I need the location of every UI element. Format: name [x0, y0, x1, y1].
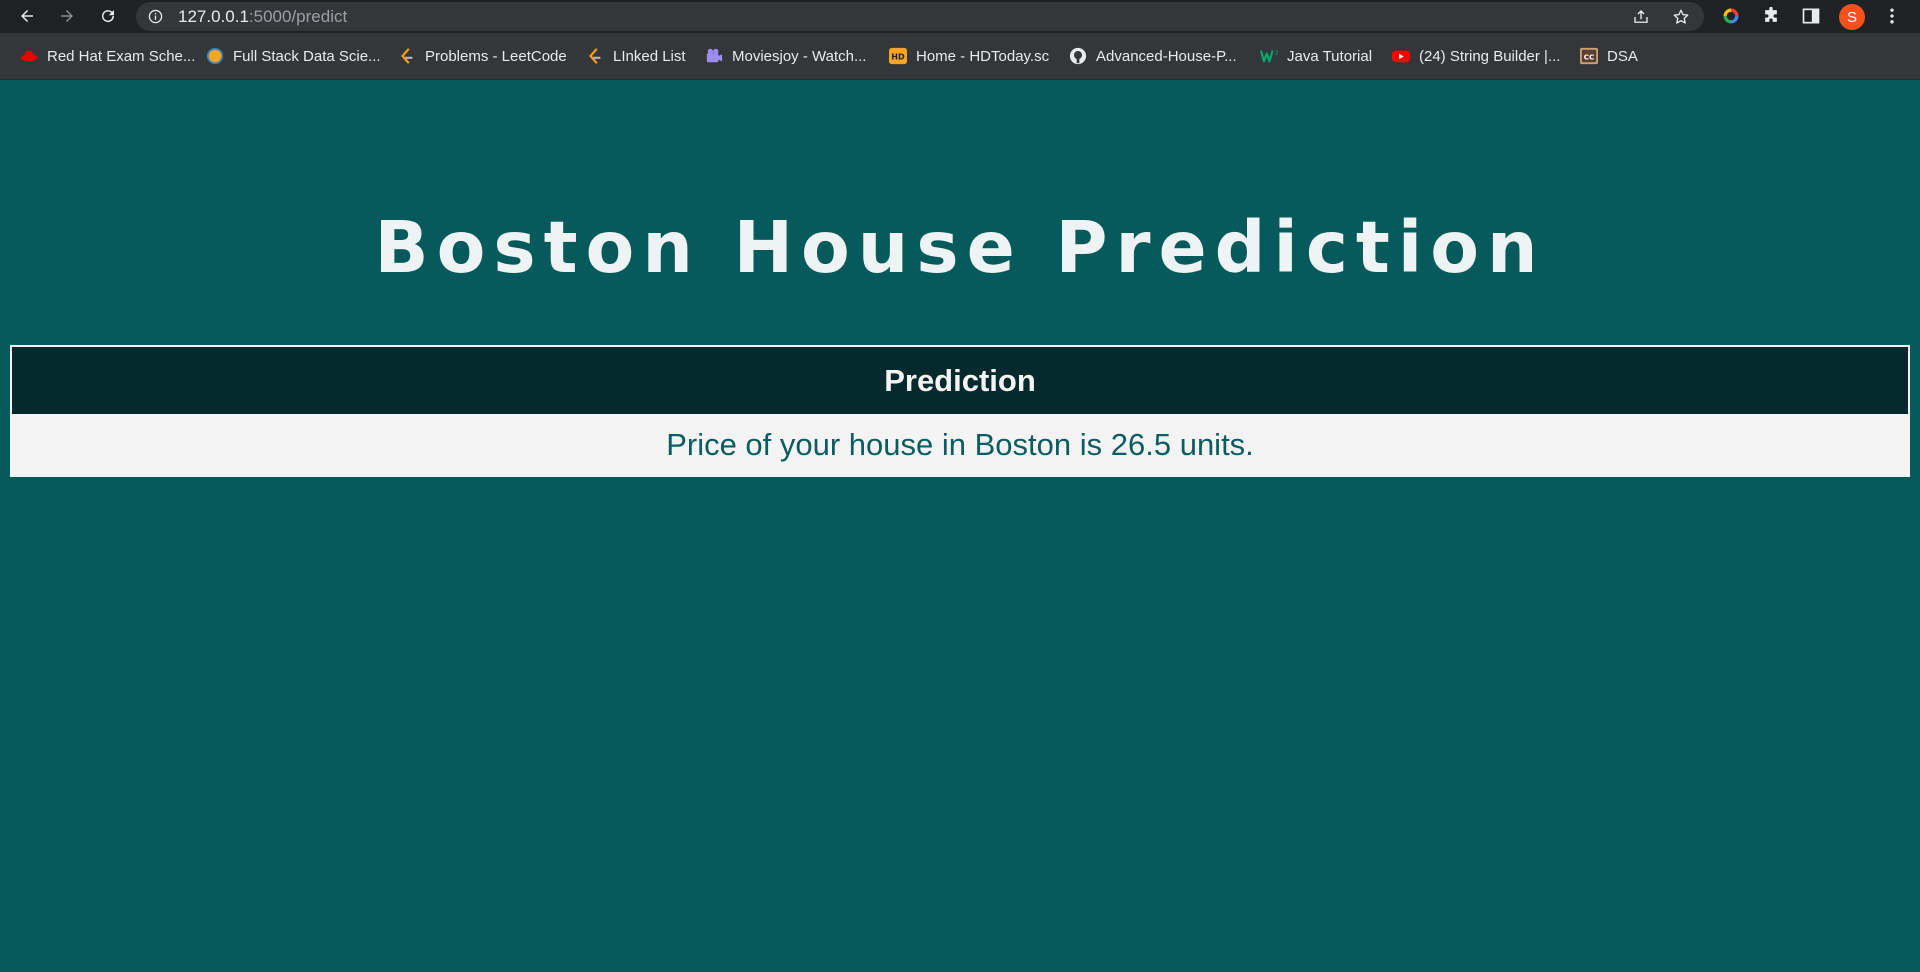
url-text: 127.0.0.1:5000/predict — [178, 2, 347, 31]
url-path: :5000/predict — [248, 7, 348, 26]
bookmark-label: Red Hat Exam Sche... — [47, 47, 196, 65]
side-panel-icon[interactable] — [1801, 6, 1821, 26]
bookmark-item[interactable]: LInked List — [586, 45, 686, 67]
url-host: 127.0.0.1 — [178, 7, 249, 26]
colorful-extension-icon[interactable] — [1721, 6, 1741, 26]
film-icon — [705, 47, 723, 65]
redhat-icon — [20, 47, 38, 65]
svg-text:3: 3 — [1274, 50, 1278, 57]
reload-icon — [102, 10, 115, 23]
reload-button[interactable] — [97, 5, 119, 27]
star-icon[interactable] — [1672, 8, 1690, 26]
profile-avatar[interactable]: S — [1839, 4, 1865, 30]
globe-icon — [206, 47, 224, 65]
leetcode-icon — [398, 47, 416, 65]
bookmark-label: Moviesjoy - Watch... — [732, 47, 867, 65]
back-button[interactable] — [16, 5, 38, 27]
info-icon — [148, 9, 163, 24]
address-bar[interactable]: 127.0.0.1:5000/predict — [136, 2, 1704, 31]
prediction-result-text: Price of your house in Boston is 26.5 un… — [666, 426, 1254, 462]
bookmark-item[interactable]: Problems - LeetCode — [398, 45, 567, 67]
extensions-puzzle-icon[interactable] — [1761, 6, 1781, 26]
bookmark-label: Java Tutorial — [1287, 47, 1373, 65]
bookmark-item[interactable]: 3 Java Tutorial — [1260, 45, 1372, 67]
cc-icon: CC — [1580, 47, 1598, 65]
profile-initial: S — [1846, 8, 1857, 26]
bookmark-label: Advanced-House-P... — [1096, 47, 1237, 65]
prediction-table-header: Prediction — [12, 347, 1908, 414]
svg-text:HD: HD — [891, 52, 905, 62]
bookmark-item[interactable]: HD Home - HDToday.sc — [889, 45, 1049, 67]
bookmark-label: LInked List — [613, 47, 686, 65]
hd-icon: HD — [889, 47, 907, 65]
menu-kebab-icon[interactable] — [1882, 6, 1902, 26]
page-title: Boston House Prediction — [374, 206, 1546, 289]
bookmark-item[interactable]: Full Stack Data Scie... — [206, 45, 381, 67]
leetcode-icon — [586, 47, 604, 65]
bookmarks-bar: Red Hat Exam Sche... Full Stack Data Sci… — [0, 33, 1920, 80]
bookmark-label: Full Stack Data Scie... — [233, 47, 381, 65]
bookmark-label: DSA — [1607, 47, 1638, 65]
arrow-right-icon — [61, 10, 73, 22]
w3schools-icon: 3 — [1260, 47, 1278, 65]
bookmark-item[interactable]: (24) String Builder |... — [1392, 45, 1560, 67]
bookmark-label: Problems - LeetCode — [425, 47, 567, 65]
bookmark-label: (24) String Builder |... — [1419, 47, 1561, 65]
arrow-left-icon — [21, 10, 33, 22]
browser-toolbar: 127.0.0.1:5000/predict S — [0, 0, 1920, 33]
share-icon[interactable] — [1632, 8, 1650, 26]
bookmark-item[interactable]: CC DSA — [1580, 45, 1638, 67]
bookmark-label: Home - HDToday.sc — [916, 47, 1050, 65]
forward-button[interactable] — [56, 5, 78, 27]
bookmark-item[interactable]: Advanced-House-P... — [1069, 45, 1237, 67]
youtube-icon — [1392, 47, 1410, 65]
github-icon — [1069, 47, 1087, 65]
bookmark-item[interactable]: Red Hat Exam Sche... — [20, 45, 195, 67]
prediction-table: Prediction Price of your house in Boston… — [10, 345, 1910, 477]
bookmark-item[interactable]: Moviesjoy - Watch... — [705, 45, 866, 67]
svg-text:CC: CC — [1584, 53, 1595, 62]
